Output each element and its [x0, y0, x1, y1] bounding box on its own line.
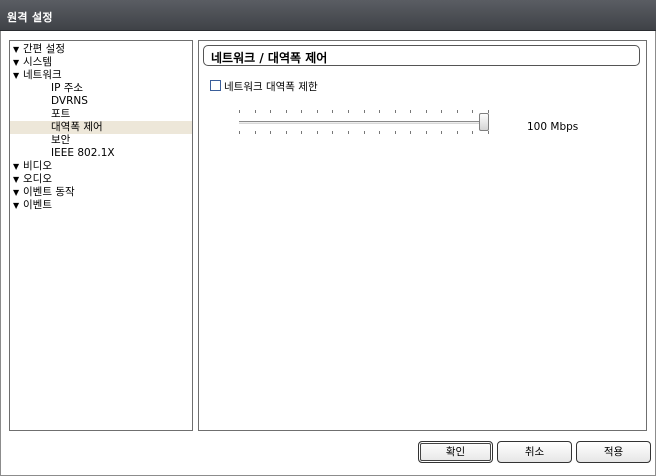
window-title: 원격 설정	[7, 11, 53, 24]
expand-arrow-icon[interactable]: ▼	[13, 160, 23, 173]
tree-item-label: 오디오	[23, 173, 52, 185]
tree-item-label: 간편 설정	[23, 43, 65, 55]
remote-settings-window: 원격 설정 ▼ 간편 설정 ▼ 시스템 ▼ 네트워크 IP 주소 DVRNS 포트 대역폭 제어 보…	[0, 0, 656, 476]
tree-item[interactable]: ▼ 이벤트 동작	[10, 186, 192, 199]
slider-ticks-bottom	[239, 131, 494, 135]
tree-item[interactable]: ▼ 이벤트	[10, 199, 192, 212]
tree-item[interactable]: ▼ 오디오	[10, 173, 192, 186]
slider-tick	[348, 131, 349, 134]
slider-tick	[364, 110, 365, 113]
tree-item-label: 포트	[51, 108, 71, 120]
slider-tick	[286, 131, 287, 134]
slider-tick	[301, 110, 302, 113]
slider-tick	[379, 131, 380, 134]
section-title: 네트워크 / 대역폭 제어	[211, 51, 328, 65]
expand-arrow-icon[interactable]: ▼	[13, 43, 23, 56]
tree-item[interactable]: 포트	[10, 108, 192, 121]
slider-tick	[472, 110, 473, 113]
bandwidth-limit-checkbox[interactable]	[210, 80, 221, 91]
tree-item-label: IEEE 802.1X	[51, 147, 115, 159]
tree-item-label: 네트워크	[23, 69, 62, 81]
tree-item-label: 이벤트	[23, 199, 52, 211]
slider-tick	[364, 131, 365, 134]
slider-tick	[410, 131, 411, 134]
slider-thumb[interactable]	[479, 113, 489, 131]
content-panel: 네트워크 / 대역폭 제어 네트워크 대역폭 제한 100 Mbps	[198, 40, 647, 431]
settings-tree: ▼ 간편 설정 ▼ 시스템 ▼ 네트워크 IP 주소 DVRNS 포트 대역폭 제어 보안 IEEE …	[9, 40, 193, 431]
section-header: 네트워크 / 대역폭 제어	[203, 45, 640, 66]
slider-tick	[441, 110, 442, 113]
tree-item[interactable]: 보안	[10, 134, 192, 147]
tree-item[interactable]: 대역폭 제어	[10, 121, 192, 134]
tree-item[interactable]: ▼ 네트워크	[10, 69, 192, 82]
slider-tick	[255, 131, 256, 134]
slider-tick	[239, 131, 240, 134]
bandwidth-slider[interactable]	[239, 107, 494, 137]
slider-tick	[255, 110, 256, 113]
slider-tick	[395, 131, 396, 134]
tree-item[interactable]: IEEE 802.1X	[10, 147, 192, 160]
tree-item[interactable]: ▼ 시스템	[10, 56, 192, 69]
slider-tick	[348, 110, 349, 113]
apply-button[interactable]: 적용	[576, 441, 651, 463]
slider-tick	[379, 110, 380, 113]
ok-button[interactable]: 확인	[418, 441, 493, 463]
tree-item-label: 비디오	[23, 160, 52, 172]
tree-item[interactable]: DVRNS	[10, 95, 192, 108]
slider-track[interactable]	[239, 121, 489, 124]
tree-item[interactable]: ▼ 비디오	[10, 160, 192, 173]
slider-tick	[332, 131, 333, 134]
slider-tick	[239, 110, 240, 113]
slider-tick	[286, 110, 287, 113]
tree-item[interactable]: ▼ 간편 설정	[10, 43, 192, 56]
slider-tick	[270, 110, 271, 113]
slider-tick	[332, 110, 333, 113]
expand-arrow-icon[interactable]: ▼	[13, 69, 23, 82]
slider-tick	[426, 131, 427, 134]
slider-tick	[472, 131, 473, 134]
bandwidth-limit-label: 네트워크 대역폭 제한	[224, 81, 318, 93]
tree-item-label: 대역폭 제어	[51, 121, 103, 133]
title-bar[interactable]: 원격 설정	[0, 0, 656, 31]
expand-arrow-icon[interactable]: ▼	[13, 56, 23, 69]
tree-item-label: 보안	[51, 134, 71, 146]
slider-tick	[301, 131, 302, 134]
slider-tick	[488, 131, 489, 134]
expand-arrow-icon[interactable]: ▼	[13, 186, 23, 199]
expand-arrow-icon[interactable]: ▼	[13, 173, 23, 186]
tree-item-label: DVRNS	[51, 95, 88, 107]
slider-tick	[317, 131, 318, 134]
tree-item-label: 이벤트 동작	[23, 186, 75, 198]
cancel-button[interactable]: 취소	[497, 441, 572, 463]
expand-arrow-icon[interactable]: ▼	[13, 199, 23, 212]
slider-tick	[317, 110, 318, 113]
slider-tick	[457, 131, 458, 134]
bandwidth-value: 100 Mbps	[527, 121, 579, 133]
slider-tick	[410, 110, 411, 113]
slider-tick	[457, 110, 458, 113]
slider-tick	[441, 131, 442, 134]
tree-item-label: IP 주소	[51, 82, 84, 94]
tree-item-label: 시스템	[23, 56, 52, 68]
tree-item[interactable]: IP 주소	[10, 82, 192, 95]
slider-tick	[395, 110, 396, 113]
slider-ticks-top	[239, 110, 494, 114]
slider-tick	[426, 110, 427, 113]
slider-tick	[270, 131, 271, 134]
